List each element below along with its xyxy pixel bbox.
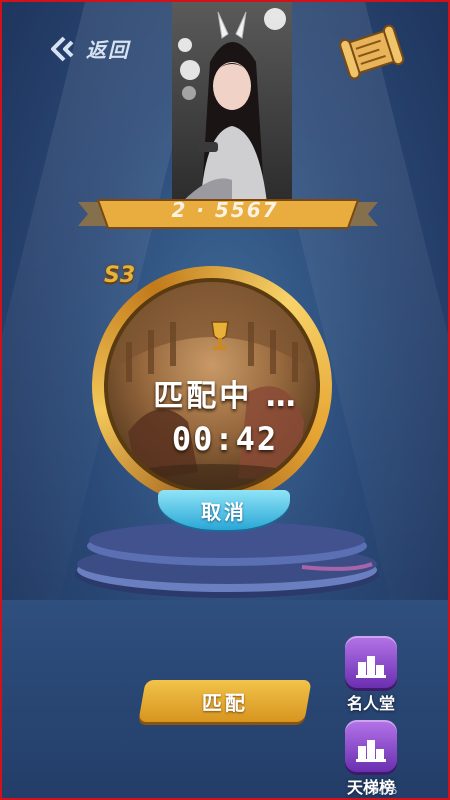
- back-label: 返回: [86, 38, 130, 62]
- back-button[interactable]: 返回: [48, 34, 130, 63]
- match-button[interactable]: 匹配: [138, 680, 312, 722]
- matching-timer: 00:42: [171, 420, 279, 458]
- hall-of-fame-label: 名人堂: [346, 694, 395, 713]
- rank-banner-text: 2 · 5567: [171, 198, 279, 222]
- match-label: 匹配: [202, 690, 248, 715]
- scroll-map-icon[interactable]: [338, 22, 406, 84]
- cancel-label: 取消: [201, 499, 247, 524]
- hall-of-fame-button[interactable]: 名人堂: [336, 636, 406, 714]
- back-arrow-icon: [51, 36, 74, 61]
- matching-dots: …: [265, 379, 297, 414]
- matching-status: 匹配中 …: [0, 371, 450, 415]
- streamer-video: [172, 2, 292, 212]
- matching-status-text: 匹配中: [153, 379, 253, 414]
- version-label: 3.0.5: [372, 786, 398, 797]
- ranking-icon: [345, 720, 397, 772]
- podium-icon: [345, 636, 397, 688]
